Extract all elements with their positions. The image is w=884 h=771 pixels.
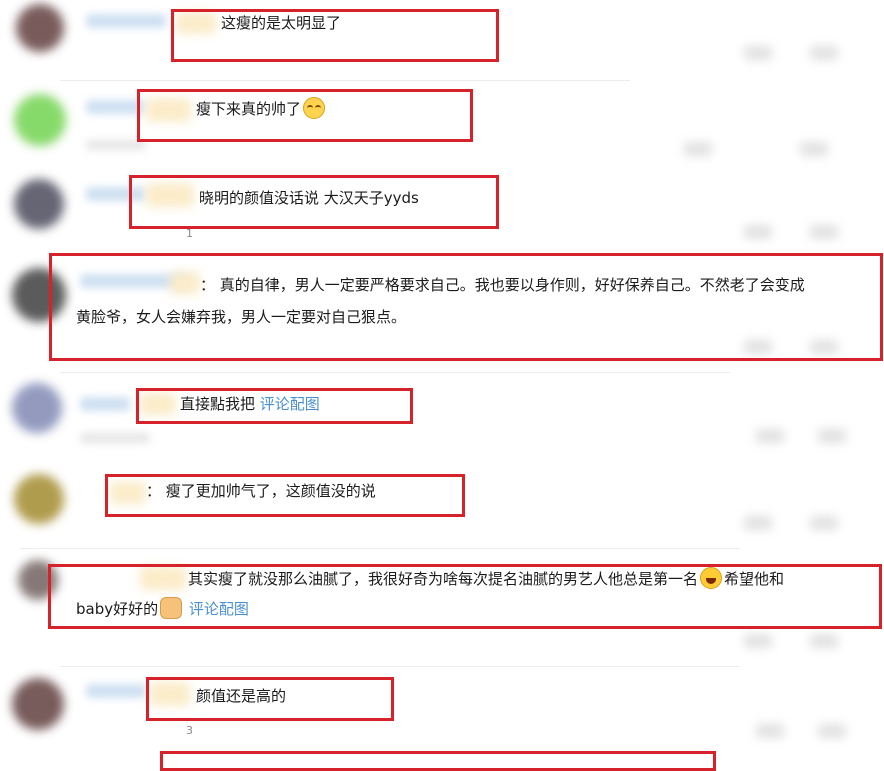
divider [60, 666, 740, 667]
reply-button[interactable] [818, 429, 846, 443]
like-button[interactable] [744, 634, 772, 648]
avatar[interactable] [14, 474, 64, 524]
avatar[interactable] [16, 4, 64, 52]
username[interactable] [86, 187, 146, 201]
comment-item: 颜值还是高的 3 [0, 668, 884, 758]
timestamp [80, 433, 150, 443]
username-blur [146, 98, 191, 122]
fist-emoji [160, 597, 183, 619]
username[interactable] [86, 100, 146, 114]
username-blur [110, 482, 146, 504]
username-blur [140, 393, 176, 415]
comment-item: 瘦下来真的帅了 [0, 80, 884, 165]
laugh-cry-emoji [700, 567, 723, 589]
like-button[interactable] [756, 429, 784, 443]
reply-button[interactable] [800, 142, 828, 156]
username-blur [140, 566, 186, 590]
image-link[interactable]: 评论配图 [189, 600, 249, 618]
reply-button[interactable] [810, 46, 838, 60]
avatar[interactable] [18, 560, 58, 600]
reply-button[interactable] [810, 340, 838, 354]
username-blur [176, 12, 216, 34]
avatar[interactable] [14, 179, 64, 229]
comment-item: 这瘦的是太明显了 [0, 0, 884, 75]
comment-item: 直接點我把 评论配图 [0, 375, 884, 460]
username-blur [170, 272, 200, 294]
reply-button[interactable] [810, 634, 838, 648]
comment-text-line2: 黄脸爷，女人会嫌弃我，男人一定要对自己狠点。 [76, 308, 407, 326]
smile-emoji [303, 97, 326, 119]
like-button[interactable] [756, 724, 784, 738]
avatar[interactable] [12, 268, 66, 322]
like-button[interactable] [744, 516, 772, 530]
reply-count: 1 [186, 227, 193, 240]
divider [20, 548, 740, 549]
like-button[interactable] [744, 46, 772, 60]
comment-item: ： 瘦了更加帅气了，这颜值没的说 [0, 460, 884, 545]
comment-item: 其实瘦了就没那么油腻了，我很好奇为啥每次提名油腻的男艺人他总是第一名 希望他和 b… [0, 550, 884, 660]
username[interactable] [86, 684, 146, 698]
comment-text-line2: baby好好的 评论配图 [76, 596, 249, 622]
reply-button[interactable] [810, 516, 838, 530]
comment-text: 瘦下来真的帅了 [196, 96, 327, 122]
reply-button[interactable] [818, 724, 846, 738]
comment-text: 颜值还是高的 [196, 687, 287, 705]
comment-text: 这瘦的是太明显了 [221, 14, 342, 32]
comment-item: ： 真的自律，男人一定要严格要求自己。我也要以身作则，好好保养自己。不然老了会变… [0, 250, 884, 370]
username[interactable] [86, 14, 166, 28]
username-blur [146, 183, 194, 207]
username[interactable] [80, 397, 130, 411]
comment-text: 晓明的颜值没话说 大汉天子yyds [199, 189, 419, 207]
comment-text-line1: 其实瘦了就没那么油腻了，我很好奇为啥每次提名油腻的男艺人他总是第一名 希望他和 [188, 566, 784, 592]
comment-item: 晓明的颜值没话说 大汉天子yyds 1 [0, 165, 884, 250]
like-button[interactable] [744, 225, 772, 239]
username-blur [150, 682, 190, 706]
divider [60, 372, 730, 373]
like-button[interactable] [744, 340, 772, 354]
comment-text: ： 瘦了更加帅气了，这颜值没的说 [146, 482, 376, 500]
comment-text: 直接點我把 评论配图 [180, 395, 320, 413]
avatar[interactable] [12, 383, 62, 433]
avatar[interactable] [12, 678, 64, 730]
comment-text-line1: ： 真的自律，男人一定要严格要求自己。我也要以身作则，好好保养自己。不然老了会变… [200, 276, 805, 294]
timestamp [86, 140, 146, 150]
like-button[interactable] [684, 142, 712, 156]
image-link[interactable]: 评论配图 [260, 395, 320, 413]
avatar[interactable] [14, 94, 66, 146]
reply-count: 3 [186, 724, 193, 737]
reply-button[interactable] [810, 225, 838, 239]
